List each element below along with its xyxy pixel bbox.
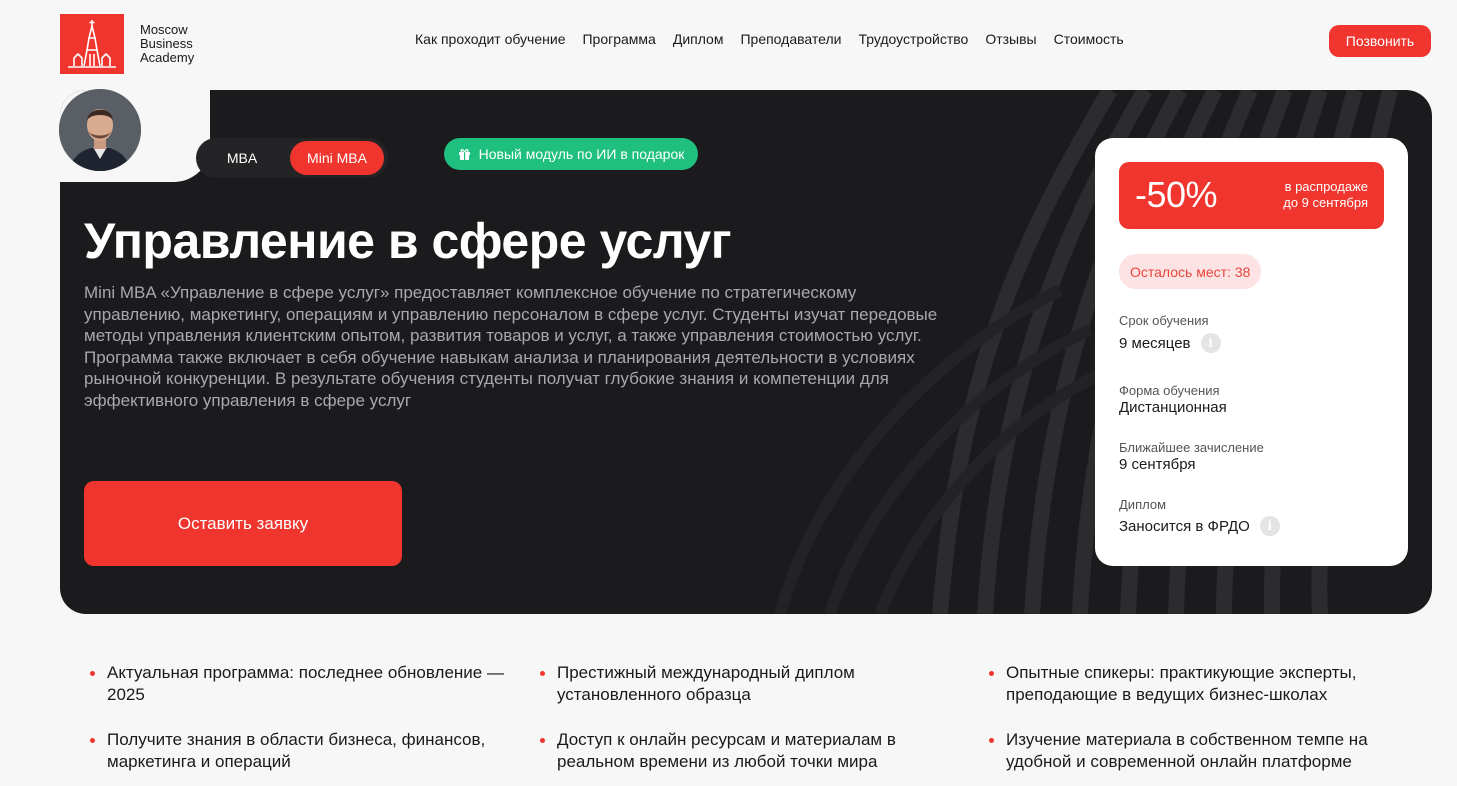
ai-module-badge[interactable]: Новый модуль по ИИ в подарок [444, 138, 698, 170]
advisor-avatar [59, 89, 141, 171]
program-description: Mini MBA «Управление в сфере услуг» пред… [84, 283, 938, 410]
nav-price[interactable]: Стоимость [1054, 31, 1124, 47]
diploma-value: Заносится в ФРДО i [1119, 516, 1280, 536]
ai-badge-label: Новый модуль по ИИ в подарок [478, 146, 685, 162]
logo-text: Moscow Business Academy [140, 23, 194, 65]
enrollment-value: 9 сентября [1119, 456, 1196, 473]
main-nav: Как проходит обучение Программа Диплом П… [415, 31, 1124, 47]
format-text: Дистанционная [1119, 399, 1227, 416]
logo-line-2: Business [140, 36, 193, 51]
sale-banner: -50% в распродаже до 9 сентября [1119, 162, 1384, 229]
logo-line-3: Academy [140, 50, 195, 65]
nav-reviews[interactable]: Отзывы [985, 31, 1036, 47]
page-title: Управление в сфере услуг [84, 213, 732, 269]
enrollment-label: Ближайшее зачисление [1119, 440, 1264, 455]
info-icon[interactable]: i [1200, 333, 1221, 353]
format-label: Форма обучения [1119, 383, 1220, 398]
logo[interactable]: Moscow Business Academy [60, 14, 194, 74]
feature-item: Актуальная программа: последнее обновлен… [90, 662, 520, 706]
feature-item: Опытные спикеры: практикующие эксперты, … [989, 662, 1419, 706]
feature-item: Престижный международный диплом установл… [540, 662, 970, 706]
nav-program[interactable]: Программа [582, 31, 655, 47]
format-value: Дистанционная [1119, 399, 1227, 416]
toggle-mba[interactable]: MBA [202, 141, 282, 175]
feature-item: Получите знания в области бизнеса, финан… [90, 729, 520, 773]
sale-percent: -50% [1135, 174, 1218, 215]
logo-line-1: Moscow [140, 22, 188, 37]
nav-diploma[interactable]: Диплом [673, 31, 724, 47]
header: Moscow Business Academy Как проходит обу… [0, 0, 1457, 84]
kremlin-tower-logo-icon [60, 14, 124, 74]
gift-icon [458, 148, 470, 160]
duration-text: 9 месяцев [1119, 334, 1191, 352]
program-info-card: -50% в распродаже до 9 сентября Осталось… [1095, 138, 1408, 566]
enrollment-text: 9 сентября [1119, 456, 1196, 473]
feature-item: Доступ к онлайн ресурсам и материалам в … [540, 729, 970, 773]
sale-note: в распродаже до 9 сентября [1283, 179, 1368, 211]
duration-value: 9 месяцев i [1119, 333, 1221, 353]
sale-note-line-2: до 9 сентября [1283, 195, 1368, 210]
nav-how-it-works[interactable]: Как проходит обучение [415, 31, 565, 47]
nav-teachers[interactable]: Преподаватели [740, 31, 841, 47]
sale-note-line-1: в распродаже [1284, 179, 1368, 194]
toggle-mini-mba[interactable]: Mini MBA [290, 141, 384, 175]
program-type-toggle: MBA Mini MBA [196, 138, 388, 178]
duration-label: Срок обучения [1119, 313, 1209, 328]
nav-employment[interactable]: Трудоустройство [858, 31, 968, 47]
call-button[interactable]: Позвонить [1329, 25, 1431, 57]
info-icon[interactable]: i [1259, 516, 1280, 536]
feature-item: Изучение материала в собственном темпе н… [989, 729, 1419, 773]
apply-button[interactable]: Оставить заявку [84, 481, 402, 566]
diploma-label: Диплом [1119, 497, 1167, 512]
diploma-text: Заносится в ФРДО [1119, 517, 1250, 535]
seats-left-badge: Осталось мест: 38 [1119, 254, 1262, 289]
